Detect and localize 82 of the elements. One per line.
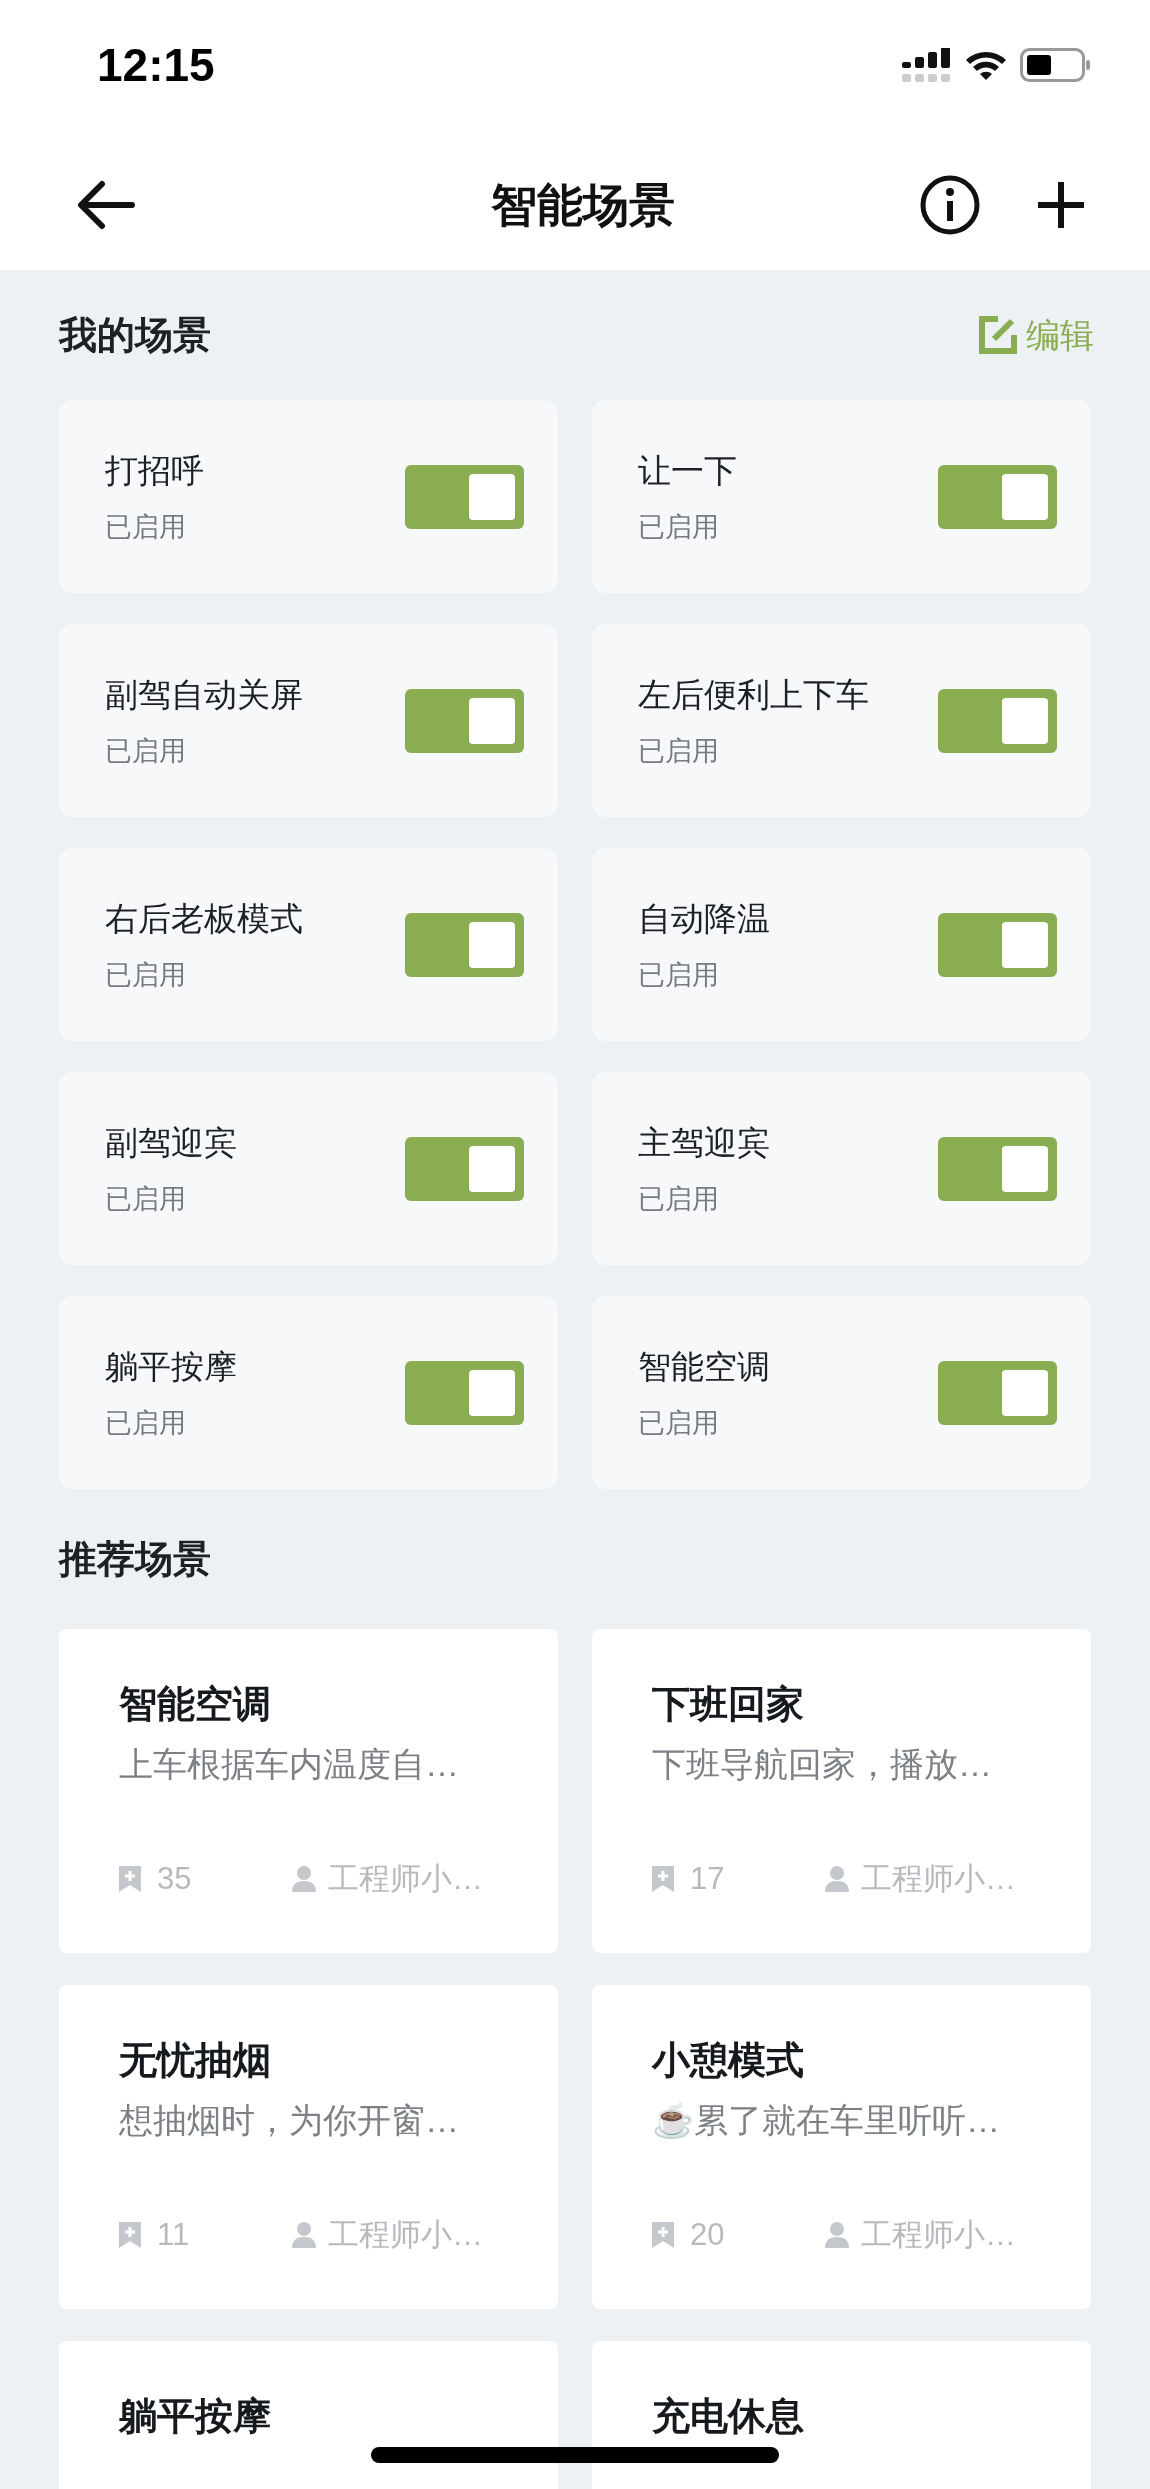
- author-name: 工程师小…: [861, 2217, 1016, 2253]
- scene-status: 已启用: [105, 510, 187, 543]
- page-title: 智能场景: [491, 177, 675, 233]
- scene-card[interactable]: 自动降温 已启用: [592, 848, 1091, 1041]
- recommended-card[interactable]: 小憩模式 ☕累了就在车里听听… 20 工程师小…: [592, 1985, 1091, 2309]
- person-icon: [292, 2222, 316, 2248]
- bookmark-icon: [652, 1866, 674, 1892]
- scene-status: 已启用: [105, 734, 187, 767]
- scene-name: 副驾自动关屏: [105, 674, 303, 715]
- scene-status: 已启用: [105, 958, 187, 991]
- bookmark-icon: [652, 2222, 674, 2248]
- toggle-switch[interactable]: [405, 464, 524, 529]
- scene-card[interactable]: 右后老板模式 已启用: [59, 848, 558, 1041]
- scene-description: ☕累了就在车里听听…: [652, 2100, 1000, 2141]
- scene-status: 已启用: [638, 1182, 720, 1215]
- section-title: 我的场景: [59, 312, 211, 358]
- scene-card[interactable]: 主驾迎宾 已启用: [592, 1072, 1091, 1265]
- signal-icon: [902, 48, 952, 82]
- author-name: 工程师小…: [861, 1861, 1016, 1897]
- scene-description: 下班导航回家，播放…: [652, 1744, 992, 1785]
- person-icon: [825, 1866, 849, 1892]
- save-count: 20: [690, 2217, 726, 2253]
- scene-name: 副驾迎宾: [105, 1122, 237, 1163]
- scene-description: 上车根据车内温度自…: [119, 1744, 459, 1785]
- scene-name: 让一下: [638, 450, 737, 491]
- scene-name: 智能空调: [638, 1346, 770, 1387]
- toggle-switch[interactable]: [938, 912, 1057, 977]
- scene-name: 右后老板模式: [105, 898, 303, 939]
- edit-icon: [978, 315, 1018, 355]
- scene-title: 躺平按摩: [119, 2394, 271, 2439]
- battery-icon: [1020, 48, 1090, 82]
- scene-title: 小憩模式: [652, 2038, 804, 2083]
- section-title: 推荐场景: [59, 1536, 211, 1582]
- recommended-card[interactable]: 充电休息: [592, 2341, 1091, 2489]
- person-icon: [825, 2222, 849, 2248]
- scene-title: 下班回家: [652, 1682, 804, 1727]
- author-name: 工程师小…: [328, 2217, 483, 2253]
- scene-card[interactable]: 副驾自动关屏 已启用: [59, 624, 558, 817]
- toggle-switch[interactable]: [405, 1136, 524, 1201]
- bookmark-icon: [119, 2222, 141, 2248]
- info-icon[interactable]: [920, 175, 980, 235]
- save-count: 35: [157, 1861, 193, 1897]
- toggle-switch[interactable]: [938, 464, 1057, 529]
- scene-card[interactable]: 打招呼 已启用: [59, 400, 558, 593]
- scene-card[interactable]: 左后便利上下车 已启用: [592, 624, 1091, 817]
- author-name: 工程师小…: [328, 1861, 483, 1897]
- recommended-card[interactable]: 智能空调 上车根据车内温度自… 35 工程师小…: [59, 1629, 558, 1953]
- toggle-switch[interactable]: [405, 1360, 524, 1425]
- scene-title: 充电休息: [652, 2394, 804, 2439]
- scene-title: 智能空调: [119, 1682, 271, 1727]
- bookmark-icon: [119, 1866, 141, 1892]
- scene-description: 想抽烟时，为你开窗…: [119, 2100, 459, 2141]
- scene-card[interactable]: 副驾迎宾 已启用: [59, 1072, 558, 1265]
- scene-status: 已启用: [105, 1182, 187, 1215]
- add-icon[interactable]: [1036, 180, 1086, 230]
- recommended-card[interactable]: 下班回家 下班导航回家，播放… 17 工程师小…: [592, 1629, 1091, 1953]
- scene-status: 已启用: [638, 510, 720, 543]
- scene-status: 已启用: [105, 1406, 187, 1439]
- toggle-switch[interactable]: [938, 1136, 1057, 1201]
- scene-card[interactable]: 智能空调 已启用: [592, 1296, 1091, 1489]
- scene-title: 无忧抽烟: [119, 2038, 271, 2083]
- scene-name: 左后便利上下车: [638, 674, 869, 715]
- recommended-card[interactable]: 无忧抽烟 想抽烟时，为你开窗… 11 工程师小…: [59, 1985, 558, 2309]
- recommended-card[interactable]: 躺平按摩: [59, 2341, 558, 2489]
- person-icon: [292, 1866, 316, 1892]
- scene-name: 自动降温: [638, 898, 770, 939]
- save-count: 17: [690, 1861, 726, 1897]
- scene-name: 打招呼: [105, 450, 204, 491]
- toggle-switch[interactable]: [405, 688, 524, 753]
- scene-name: 躺平按摩: [105, 1346, 237, 1387]
- scene-card[interactable]: 躺平按摩 已启用: [59, 1296, 558, 1489]
- save-count: 11: [157, 2217, 191, 2253]
- toggle-switch[interactable]: [405, 912, 524, 977]
- back-arrow-icon[interactable]: [76, 180, 136, 230]
- scene-status: 已启用: [638, 1406, 720, 1439]
- scene-name: 主驾迎宾: [638, 1122, 770, 1163]
- toggle-switch[interactable]: [938, 1360, 1057, 1425]
- status-time: 12:15: [97, 37, 215, 93]
- scene-card[interactable]: 让一下 已启用: [592, 400, 1091, 593]
- scene-status: 已启用: [638, 734, 720, 767]
- toggle-switch[interactable]: [938, 688, 1057, 753]
- scene-status: 已启用: [638, 958, 720, 991]
